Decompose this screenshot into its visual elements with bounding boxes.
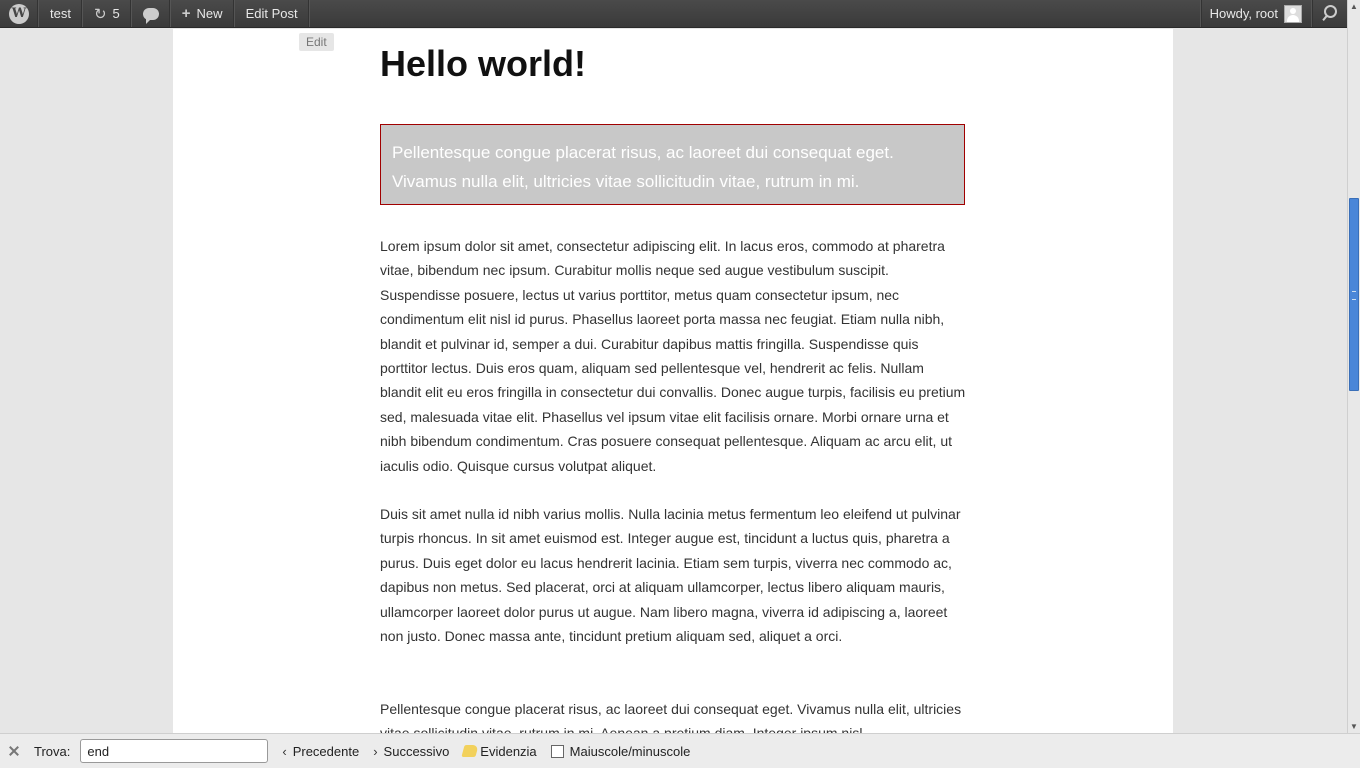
post-paragraph: Duis sit amet nulla id nibh varius molli… [380,506,961,645]
highlight-button[interactable]: Evidenzia [461,743,537,759]
callout-box: Pellentesque congue placerat risus, ac l… [380,124,965,205]
admin-bar: W test ↻ 5 + New Edit Post Howdy, root [0,0,1347,28]
updates-count: 5 [112,6,120,21]
post-title: Hello world! [380,43,586,84]
updates-icon: ↻ [93,5,107,23]
comments-link[interactable] [132,0,171,27]
match-case-checkbox[interactable]: Maiuscole/minuscole [550,743,691,759]
chevron-left-icon: ‹ [282,743,287,759]
checkbox-icon [550,744,564,758]
site-name-link[interactable]: test [39,0,83,27]
admin-search-button[interactable] [1311,0,1347,27]
vertical-scrollbar[interactable]: ▲ ▼ [1347,0,1360,733]
next-button[interactable]: › Successivo [373,744,449,759]
post-paragraph: Pellentesque congue placerat risus, ac l… [380,701,962,733]
previous-button[interactable]: ‹ Precedente [282,744,359,759]
search-icon [1324,5,1337,18]
wordpress-logo-icon: W [9,3,29,24]
previous-label: Precedente [292,743,360,759]
post-paragraph: Lorem ipsum dolor sit amet, consectetur … [380,238,966,474]
chevron-right-icon: › [373,743,378,759]
my-account-menu[interactable]: Howdy, root [1199,0,1311,27]
new-content-link[interactable]: + New [171,0,235,27]
avatar [1284,4,1302,23]
scroll-up-icon[interactable]: ▲ [1348,0,1360,13]
post-page: Edit Hello world! Pellentesque congue pl… [173,29,1173,733]
wp-menu[interactable]: W [0,0,39,27]
new-label: New [196,6,223,21]
highlight-label: Evidenzia [480,743,537,759]
next-label: Successivo [383,743,450,759]
edit-post-button[interactable]: Edit [299,33,334,51]
scrollbar-thumb[interactable] [1349,198,1359,391]
scroll-down-icon[interactable]: ▼ [1348,720,1360,733]
plus-icon: + [181,5,191,22]
close-icon[interactable] [8,745,20,757]
match-case-label: Maiuscole/minuscole [569,743,691,759]
find-input[interactable] [80,739,269,763]
howdy-text: Howdy, root [1209,6,1278,21]
find-bar: Trova: ‹ Precedente › Successivo Evidenz… [0,733,1360,768]
updates-link[interactable]: ↻ 5 [83,0,132,27]
find-label: Trova: [34,743,71,759]
comment-icon [142,7,159,24]
grip-icon [1352,291,1356,300]
highlighter-icon [461,745,479,757]
edit-post-link[interactable]: Edit Post [235,0,310,27]
